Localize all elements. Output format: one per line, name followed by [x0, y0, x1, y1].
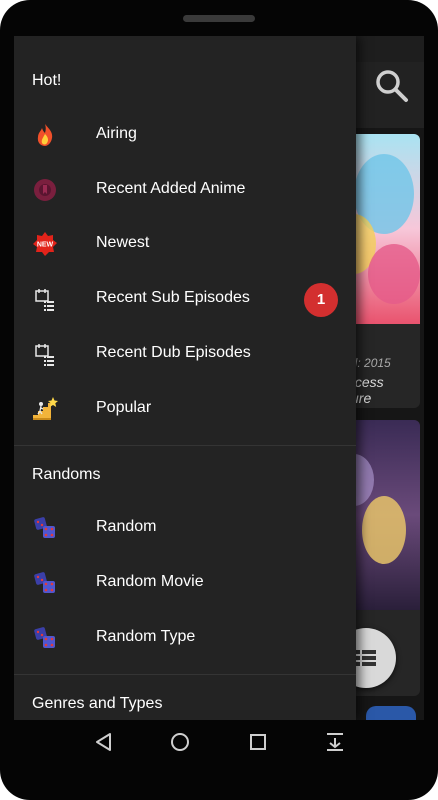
- drawer-item-label: Recent Added Anime: [96, 180, 246, 197]
- drawer-item-popular[interactable]: Popular: [14, 382, 356, 436]
- screen: ed: 2015 incess cure Hot! Airing Recent …: [14, 36, 424, 720]
- anime-card-partial: [366, 706, 416, 720]
- system-nav-bar: [14, 720, 424, 764]
- stairs-star-icon: [33, 397, 58, 420]
- section-title-genres-and-types: Genres and Types: [32, 695, 163, 712]
- dice-icon: [34, 517, 55, 538]
- drawer-item-label: Recent Sub Episodes: [96, 289, 250, 306]
- drawer-item-label: Random: [96, 518, 157, 535]
- drawer-item-label: Popular: [96, 399, 152, 416]
- section-divider: [14, 445, 356, 446]
- section-title-hot: Hot!: [32, 72, 62, 89]
- drawer-item-label: Random Type: [96, 628, 196, 645]
- search-icon[interactable]: [372, 66, 412, 106]
- drawer-item-newest[interactable]: NEW Newest: [14, 217, 356, 271]
- navigation-drawer: Hot! Airing Recent Added Anime NEW Newes…: [14, 36, 356, 720]
- calendar-list-icon: [35, 289, 54, 311]
- section-title-randoms: Randoms: [32, 466, 101, 483]
- phone-frame: ed: 2015 incess cure Hot! Airing Recent …: [0, 0, 438, 800]
- svg-text:NEW: NEW: [37, 242, 54, 249]
- drawer-item-label: Airing: [96, 125, 137, 142]
- unread-count-badge: 1: [304, 283, 338, 317]
- back-icon[interactable]: [92, 730, 116, 754]
- calendar-list-icon: [35, 344, 54, 366]
- drawer-item-random[interactable]: Random: [14, 501, 356, 555]
- recents-icon[interactable]: [246, 730, 270, 754]
- dice-icon: [34, 572, 55, 593]
- fire-icon: [37, 124, 53, 146]
- drawer-item-recent-dub-episodes[interactable]: Recent Dub Episodes: [14, 327, 356, 381]
- drawer-item-label: Random Movie: [96, 573, 204, 590]
- drawer-item-recent-sub-episodes[interactable]: Recent Sub Episodes 1: [14, 272, 356, 326]
- dice-icon: [34, 627, 55, 648]
- new-badge-icon: NEW: [33, 232, 57, 256]
- bookmark-badge-icon: [34, 179, 56, 201]
- drawer-item-label: Newest: [96, 234, 150, 251]
- notification-pull-down-icon[interactable]: [323, 730, 347, 754]
- drawer-item-airing[interactable]: Airing: [14, 108, 356, 162]
- section-divider: [14, 674, 356, 675]
- drawer-item-label: Recent Dub Episodes: [96, 344, 251, 361]
- drawer-item-random-movie[interactable]: Random Movie: [14, 556, 356, 610]
- drawer-item-random-type[interactable]: Random Type: [14, 611, 356, 665]
- home-icon[interactable]: [168, 730, 192, 754]
- list-icon: [356, 650, 376, 666]
- drawer-item-recent-added-anime[interactable]: Recent Added Anime: [14, 163, 356, 217]
- speaker-grille: [183, 15, 255, 22]
